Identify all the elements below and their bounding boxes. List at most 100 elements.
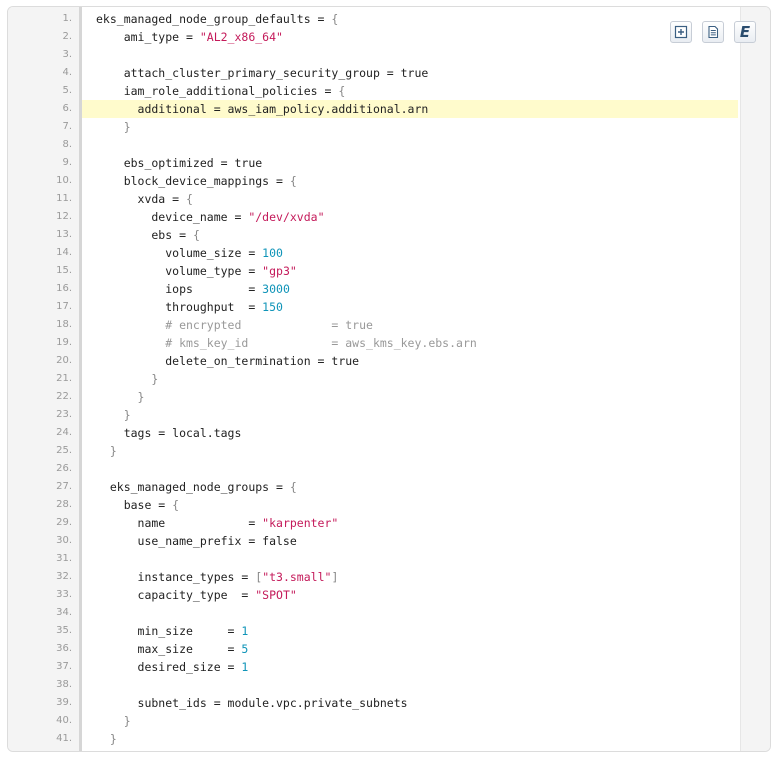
code-token-punct: } [96, 732, 117, 746]
line-number: 34. [56, 607, 72, 618]
line-number: 8. [62, 139, 72, 150]
line-code: iam_role_additional_policies = { [96, 82, 346, 100]
code-token-number: 1 [241, 660, 249, 674]
line-number: 12. [56, 211, 72, 222]
line-code: eks_managed_node_group_defaults = { [96, 10, 338, 28]
code-line: 15. volume_type = "gp3" [8, 262, 770, 280]
line-code: iops = 3000 [96, 280, 290, 298]
line-code: min_size = 1 [96, 622, 249, 640]
line-number: 36. [56, 643, 72, 654]
evernote-button[interactable]: E [734, 21, 756, 43]
code-token-plain: device_name = [96, 210, 249, 224]
line-code: name = "karpenter" [96, 514, 339, 532]
line-code: device_name = "/dev/xvda" [96, 208, 324, 226]
line-number: 18. [56, 319, 72, 330]
code-token-punct: { [289, 480, 297, 494]
code-token-plain: tags = local.tags [96, 426, 242, 440]
line-number: 7. [62, 121, 72, 132]
code-line: 35. min_size = 1 [8, 622, 770, 640]
code-token-plain: capacity_type = [96, 588, 256, 602]
line-code: # kms_key_id = aws_kms_key.ebs.arn [96, 334, 477, 352]
line-number: 40. [56, 715, 72, 726]
code-token-punct: } [96, 120, 131, 134]
line-code: instance_types = ["t3.small"] [96, 568, 339, 586]
code-token-plain: xvda = [96, 192, 187, 206]
line-number: 17. [56, 301, 72, 312]
code-token-punct: { [172, 498, 180, 512]
code-token-plain: instance_types = [96, 570, 256, 584]
code-token-punct: } [96, 444, 117, 458]
line-code: capacity_type = "SPOT" [96, 586, 297, 604]
code-line: 28. base = { [8, 496, 770, 514]
line-number: 6. [62, 103, 72, 114]
code-token-plain: desired_size = [96, 660, 242, 674]
code-token-punct: } [96, 372, 159, 386]
code-line: 4. attach_cluster_primary_security_group… [8, 64, 770, 82]
code-line: 23. } [8, 406, 770, 424]
code-lines: 1. eks_managed_node_group_defaults = {2. … [8, 10, 770, 748]
code-line: 13. ebs = { [8, 226, 770, 244]
line-number: 10. [56, 175, 72, 186]
code-line: 22. } [8, 388, 770, 406]
code-token-string: "SPOT" [255, 588, 297, 602]
line-code: } [96, 442, 117, 460]
code-line: 37. desired_size = 1 [8, 658, 770, 676]
code-token-plain: name = [96, 516, 263, 530]
line-code: } [96, 406, 131, 424]
line-number: 5. [62, 85, 72, 96]
code-token-punct: { [289, 174, 297, 188]
line-number: 14. [56, 247, 72, 258]
code-line: 16. iops = 3000 [8, 280, 770, 298]
code-line: 7. } [8, 118, 770, 136]
code-line: 2. ami_type = "AL2_x86_64" [8, 28, 770, 46]
line-code: additional = aws_iam_policy.additional.a… [96, 100, 429, 118]
line-number: 3. [62, 49, 72, 60]
code-line: 32. instance_types = ["t3.small"] [8, 568, 770, 586]
code-line: 33. capacity_type = "SPOT" [8, 586, 770, 604]
code-token-plain: base = [96, 498, 173, 512]
code-token-plain: throughput = [96, 300, 263, 314]
code-line: 40. } [8, 712, 770, 730]
code-token-plain: max_size = [96, 642, 242, 656]
code-line: 36. max_size = 5 [8, 640, 770, 658]
line-code: volume_size = 100 [96, 244, 283, 262]
expand-source-button[interactable] [670, 21, 692, 43]
line-number: 26. [56, 463, 72, 474]
code-line: 18. # encrypted = true [8, 316, 770, 334]
line-code: } [96, 370, 158, 388]
code-token-number: 5 [241, 642, 249, 656]
line-number: 20. [56, 355, 72, 366]
view-source-button[interactable] [702, 21, 724, 43]
line-number: 15. [56, 265, 72, 276]
code-line: 26. [8, 460, 770, 478]
code-token-plain: attach_cluster_primary_security_group = … [96, 66, 429, 80]
code-line: 34. [8, 604, 770, 622]
code-token-plain: min_size = [96, 624, 242, 638]
code-token-string: "karpenter" [262, 516, 339, 530]
code-token-punct: { [192, 228, 200, 242]
code-token-punct: } [96, 714, 131, 728]
code-token-punct: } [96, 390, 145, 404]
line-number: 35. [56, 625, 72, 636]
code-token-plain: iops = [96, 282, 263, 296]
code-line: 12. device_name = "/dev/xvda" [8, 208, 770, 226]
code-line: 24. tags = local.tags [8, 424, 770, 442]
code-token-comment: # encrypted = true [96, 318, 373, 332]
code-line: 6. additional = aws_iam_policy.additiona… [8, 100, 770, 118]
line-number: 29. [56, 517, 72, 528]
line-number: 22. [56, 391, 72, 402]
code-line: 19. # kms_key_id = aws_kms_key.ebs.arn [8, 334, 770, 352]
document-icon [706, 25, 720, 39]
line-number: 16. [56, 283, 72, 294]
code-token-punct: { [186, 192, 193, 206]
line-number: 38. [56, 679, 72, 690]
line-number: 27. [56, 481, 72, 492]
line-number: 21. [56, 373, 72, 384]
line-code: delete_on_termination = true [96, 352, 359, 370]
code-token-punct: ] [331, 570, 339, 584]
code-token-number: 1 [241, 624, 249, 638]
code-token-plain: use_name_prefix = false [96, 534, 297, 548]
code-token-plain: eks_managed_node_groups = [96, 480, 290, 494]
code-token-number: 150 [262, 300, 283, 314]
line-code: volume_type = "gp3" [96, 262, 297, 280]
